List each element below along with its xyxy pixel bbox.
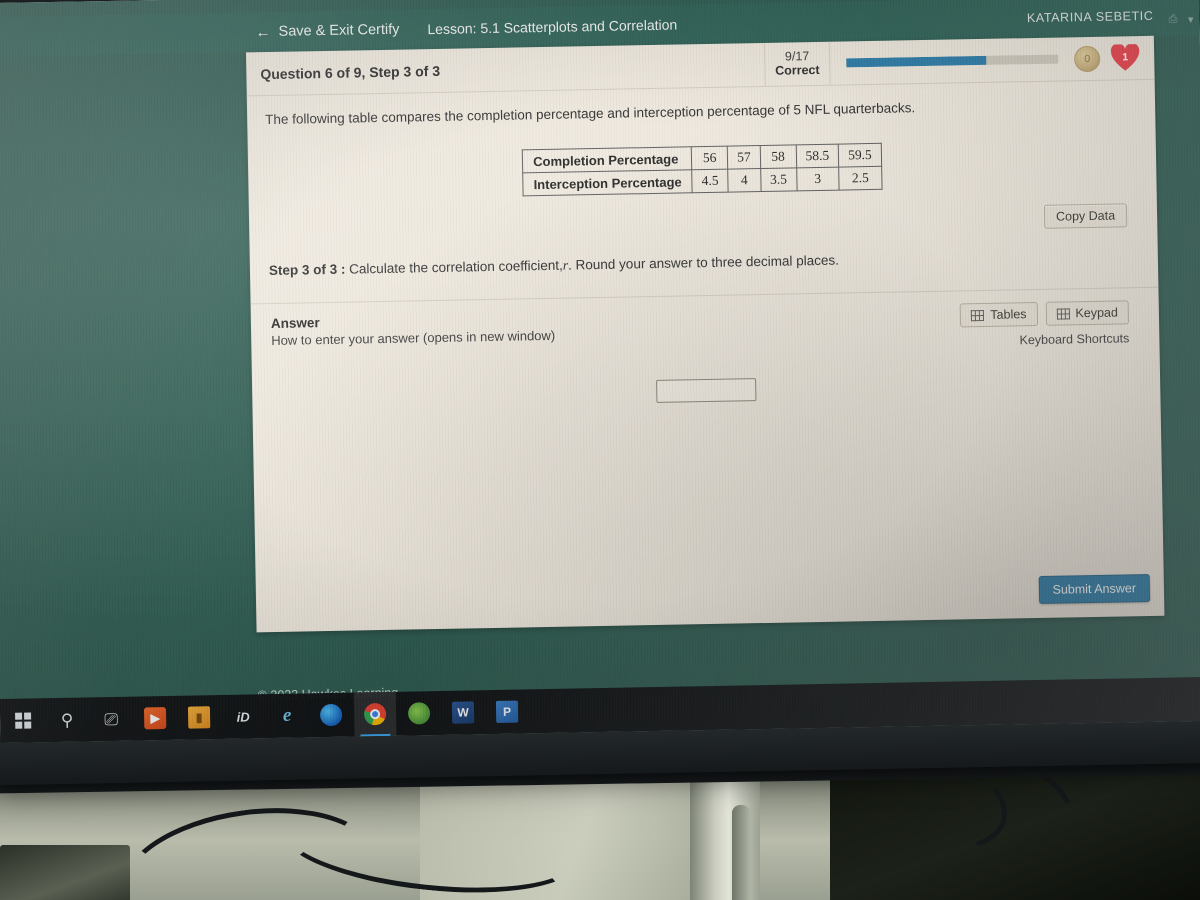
user-name[interactable]: KATARINA SEBETIC <box>1027 9 1154 25</box>
keypad-button-label: Keypad <box>1075 305 1119 321</box>
score-label: Correct <box>775 62 820 78</box>
lesson-title: Lesson: 5.1 Scatterplots and Correlation <box>427 16 678 38</box>
windows-logo-icon <box>15 712 32 729</box>
internet-explorer-icon[interactable]: e <box>266 693 309 738</box>
save-and-exit-label: Save & Exit Certify <box>278 21 400 40</box>
copy-data-button[interactable]: Copy Data <box>1043 203 1128 230</box>
answer-row: Answer How to enter your answer (opens i… <box>269 288 1142 361</box>
row-header: Interception Percentage <box>522 170 693 197</box>
back-arrow-icon: ← <box>255 23 270 41</box>
file-explorer-icon[interactable]: ▮ <box>178 695 221 740</box>
microsoft-edge-icon[interactable] <box>310 693 353 738</box>
under-desk-box <box>0 845 130 900</box>
table-cell: 57 <box>727 145 761 170</box>
table-cell: 58.5 <box>795 144 839 169</box>
tables-button-label: Tables <box>990 307 1027 323</box>
tables-button[interactable]: Tables <box>960 302 1038 328</box>
table-grid-icon <box>971 309 985 321</box>
tool-buttons: Tables Keypad <box>960 300 1130 328</box>
page-title: Question 6 of 9, Step 3 of 3 <box>260 62 441 82</box>
step-text-b: . Round your answer to three decimal pla… <box>567 252 840 273</box>
step-instruction: Step 3 of 3 : Calculate the correlation … <box>268 247 1140 279</box>
question-body: The following table compares the complet… <box>247 80 1161 411</box>
photo-scene: ← Save & Exit Certify Lesson: 5.1 Scatte… <box>0 0 1200 900</box>
table-cell: 58 <box>759 145 797 169</box>
question-card: Question 6 of 9, Step 3 of 3 9/17 Correc… <box>245 35 1165 633</box>
microsoft-powerpoint-icon[interactable]: P <box>486 689 529 734</box>
green-app-icon[interactable] <box>398 691 441 736</box>
google-chrome-icon[interactable] <box>353 691 397 737</box>
task-view-icon[interactable]: ⎚ <box>90 697 133 742</box>
table-cell: 4 <box>727 168 761 193</box>
score-value: 9/17 <box>784 48 810 64</box>
microsoft-word-icon[interactable]: W <box>442 690 485 735</box>
profile-icon[interactable]: ▾ <box>1188 13 1194 26</box>
media-player-icon[interactable]: ▶ <box>134 696 177 741</box>
row-header: Completion Percentage <box>522 147 692 174</box>
copy-data-row: Copy Data <box>267 203 1139 243</box>
table-cell: 4.5 <box>691 169 729 194</box>
keyboard-shortcuts-link[interactable]: Keyboard Shortcuts <box>1019 332 1129 348</box>
submit-answer-button[interactable]: Submit Answer <box>1038 573 1151 604</box>
keypad-grid-icon <box>1056 308 1070 320</box>
heart-badge-value: 1 <box>1122 50 1129 63</box>
table-cell: 56 <box>691 146 728 171</box>
table-cell: 59.5 <box>838 143 882 168</box>
score-box: 9/17 Correct <box>763 41 831 86</box>
heart-badge: 1 <box>1110 44 1140 72</box>
save-and-exit-button[interactable]: ← Save & Exit Certify <box>255 21 399 41</box>
question-prompt: The following table compares the complet… <box>265 100 916 128</box>
coin-badge: 0 <box>1073 45 1101 72</box>
step-text-a: Calculate the correlation coefficient, <box>349 257 563 277</box>
desk-leg <box>690 775 760 900</box>
print-icon[interactable]: ⎙ <box>1169 13 1178 26</box>
progress-bar <box>846 54 1059 68</box>
answer-left: Answer How to enter your answer (opens i… <box>271 304 961 362</box>
table-cell: 2.5 <box>838 166 882 191</box>
table-cell: 3 <box>796 167 840 192</box>
answer-input[interactable] <box>656 378 757 404</box>
answer-tools: Tables Keypad Keyboard Shortcuts <box>960 300 1139 348</box>
answer-input-wrapper <box>270 371 1142 410</box>
progress-area: 9/17 Correct 0 1 <box>763 36 1155 86</box>
keypad-button[interactable]: Keypad <box>1045 300 1130 327</box>
dataset-table: Completion Percentage 56 57 58 58.5 59.5 Inter… <box>521 143 883 197</box>
dataset-table-wrapper: Completion Percentage 56 57 58 58.5 59.5 Inter… <box>266 138 1139 201</box>
step-prefix: Step 3 of 3 : <box>268 261 346 279</box>
submit-area: Submit Answer <box>1038 573 1151 604</box>
coin-badge-value: 0 <box>1084 52 1091 65</box>
progress-bar-fill <box>846 55 987 68</box>
monitor: ← Save & Exit Certify Lesson: 5.1 Scatte… <box>0 0 1200 786</box>
id-app-icon[interactable]: iD <box>222 694 265 739</box>
monitor-screen: ← Save & Exit Certify Lesson: 5.1 Scatte… <box>0 0 1200 744</box>
start-button[interactable] <box>2 698 45 743</box>
hawkes-learning-app: ← Save & Exit Certify Lesson: 5.1 Scatte… <box>0 0 1200 744</box>
table-cell: 3.5 <box>760 168 797 192</box>
search-icon[interactable]: ⚲ <box>46 697 89 742</box>
